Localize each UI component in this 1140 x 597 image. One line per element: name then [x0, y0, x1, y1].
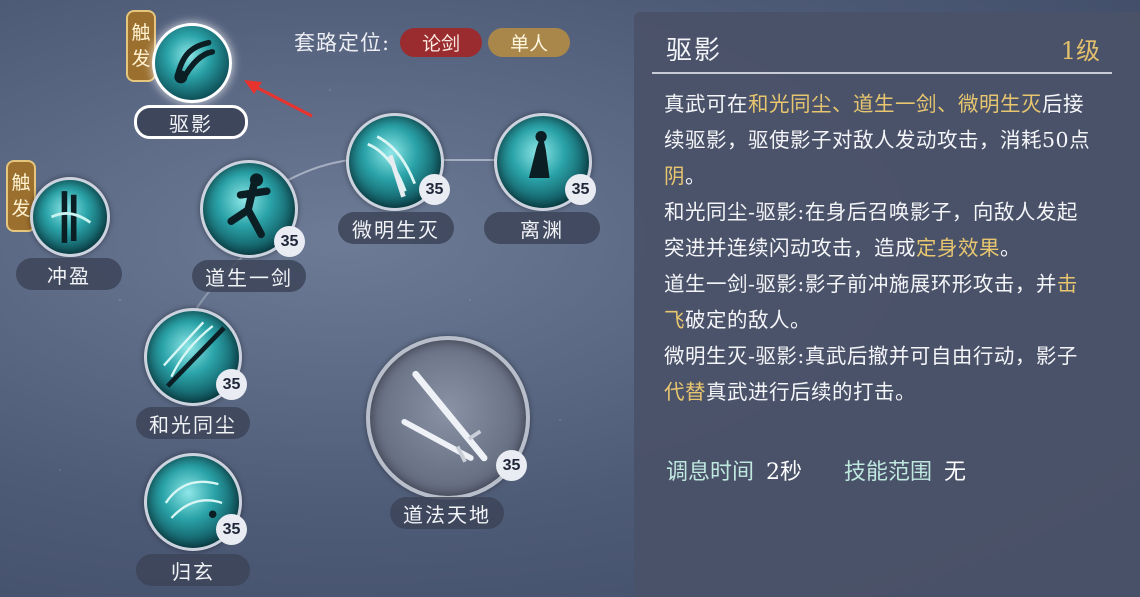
skill-weiming-level: 35 [419, 174, 450, 205]
panel-divider [652, 72, 1112, 74]
desc-paragraph-2: 和光同尘-驱影:在身后召唤影子，向敌人发起突进并连续闪动攻击，造成定身效果。 [664, 200, 1078, 260]
skill-daofa-level: 35 [496, 450, 527, 481]
tag-danren: 单人 [488, 27, 571, 57]
panel-header: 驱影 1级 [666, 30, 1100, 67]
route-label: 套路定位: [294, 31, 391, 55]
skill-daosheng-name[interactable]: 道生一剑 [192, 260, 306, 292]
skill-guixuan-name[interactable]: 归玄 [136, 554, 250, 586]
skill-heguang-level: 35 [216, 369, 247, 400]
tag-lunjian: 论剑 [400, 27, 483, 57]
skill-chongying-name[interactable]: 冲盈 [16, 258, 122, 290]
cooldown-label: 调息时间 [666, 460, 755, 485]
desc-paragraph-3: 道生一剑-驱影:影子前冲施展环形攻击，并击飞破定的敌人。 [664, 272, 1078, 332]
panel-level: 1级 [1060, 37, 1100, 65]
skill-quying-name[interactable]: 驱影 [134, 105, 248, 139]
range-label: 技能范围 [844, 460, 933, 485]
trigger-badge: 触发 [126, 10, 156, 82]
skill-detail-panel: 驱影 1级 真武可在和光同尘、道生一剑、微明生灭后接续驱影，驱使影子对敌人发动攻… [634, 12, 1140, 597]
skill-daosheng-level: 35 [274, 226, 305, 257]
skill-heguang-name[interactable]: 和光同尘 [136, 407, 250, 439]
skill-liyuan-name[interactable]: 离渊 [484, 212, 600, 244]
skill-guixuan-level: 35 [216, 514, 247, 545]
skill-daofa-name[interactable]: 道法天地 [390, 497, 504, 529]
panel-title: 驱影 [666, 36, 723, 66]
range-value: 无 [944, 460, 967, 485]
skill-weiming-name[interactable]: 微明生灭 [338, 212, 454, 244]
skill-quying-icon[interactable] [152, 23, 232, 103]
route-row: 套路定位: 论剑 单人 [294, 27, 576, 57]
skill-chongying-icon[interactable] [30, 177, 110, 257]
panel-footer: 调息时间 2秒 技能范围 无 [666, 454, 1008, 486]
skill-description: 真武可在和光同尘、道生一剑、微明生灭后接续驱影，驱使影子对敌人发动攻击，消耗50… [664, 86, 1094, 410]
cooldown-value: 2秒 [766, 460, 803, 485]
desc-paragraph-4: 微明生灭-驱影:真武后撤并可自由行动，影子代替真武进行后续的打击。 [664, 344, 1078, 404]
desc-paragraph-1: 真武可在和光同尘、道生一剑、微明生灭后接续驱影，驱使影子对敌人发动攻击，消耗50… [664, 92, 1091, 188]
skill-liyuan-level: 35 [565, 174, 596, 205]
pointer-arrow [244, 80, 313, 118]
